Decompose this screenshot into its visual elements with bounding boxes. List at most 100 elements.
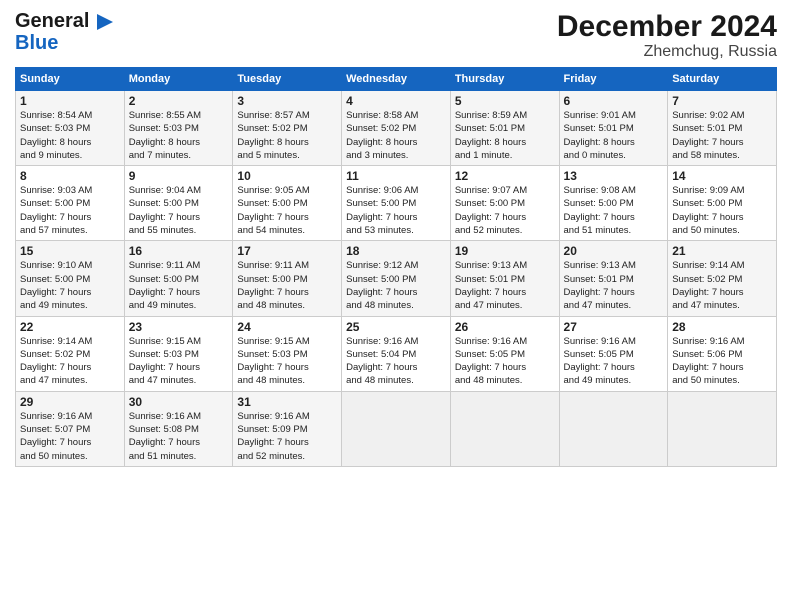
- day-info: Sunrise: 9:14 AMSunset: 5:02 PMDaylight:…: [672, 259, 772, 312]
- day-number: 20: [564, 244, 664, 258]
- day-info: Sunrise: 9:12 AMSunset: 5:00 PMDaylight:…: [346, 259, 446, 312]
- calendar-cell: [342, 391, 451, 466]
- day-info: Sunrise: 9:03 AMSunset: 5:00 PMDaylight:…: [20, 184, 120, 237]
- day-number: 19: [455, 244, 555, 258]
- calendar-cell: 12Sunrise: 9:07 AMSunset: 5:00 PMDayligh…: [450, 166, 559, 241]
- calendar-header-row: Sunday Monday Tuesday Wednesday Thursday…: [16, 68, 777, 91]
- calendar-cell: 6Sunrise: 9:01 AMSunset: 5:01 PMDaylight…: [559, 91, 668, 166]
- calendar-cell: 9Sunrise: 9:04 AMSunset: 5:00 PMDaylight…: [124, 166, 233, 241]
- day-info: Sunrise: 9:16 AMSunset: 5:09 PMDaylight:…: [237, 410, 337, 463]
- day-number: 25: [346, 320, 446, 334]
- calendar-cell: 22Sunrise: 9:14 AMSunset: 5:02 PMDayligh…: [16, 316, 125, 391]
- calendar-cell: 5Sunrise: 8:59 AMSunset: 5:01 PMDaylight…: [450, 91, 559, 166]
- calendar-cell: 18Sunrise: 9:12 AMSunset: 5:00 PMDayligh…: [342, 241, 451, 316]
- title-block: December 2024 Zhemchug, Russia: [557, 10, 777, 61]
- day-info: Sunrise: 9:16 AMSunset: 5:05 PMDaylight:…: [455, 335, 555, 388]
- day-number: 17: [237, 244, 337, 258]
- day-number: 27: [564, 320, 664, 334]
- day-number: 15: [20, 244, 120, 258]
- day-info: Sunrise: 9:09 AMSunset: 5:00 PMDaylight:…: [672, 184, 772, 237]
- calendar-subtitle: Zhemchug, Russia: [557, 43, 777, 61]
- calendar-cell: 7Sunrise: 9:02 AMSunset: 5:01 PMDaylight…: [668, 91, 777, 166]
- day-info: Sunrise: 8:59 AMSunset: 5:01 PMDaylight:…: [455, 109, 555, 162]
- day-number: 31: [237, 395, 337, 409]
- calendar-cell: 10Sunrise: 9:05 AMSunset: 5:00 PMDayligh…: [233, 166, 342, 241]
- calendar-week-row: 22Sunrise: 9:14 AMSunset: 5:02 PMDayligh…: [16, 316, 777, 391]
- day-info: Sunrise: 9:11 AMSunset: 5:00 PMDaylight:…: [129, 259, 229, 312]
- col-saturday: Saturday: [668, 68, 777, 91]
- col-tuesday: Tuesday: [233, 68, 342, 91]
- logo-arrow-icon: [97, 14, 113, 30]
- calendar-cell: 14Sunrise: 9:09 AMSunset: 5:00 PMDayligh…: [668, 166, 777, 241]
- calendar-cell: 1Sunrise: 8:54 AMSunset: 5:03 PMDaylight…: [16, 91, 125, 166]
- calendar-cell: 26Sunrise: 9:16 AMSunset: 5:05 PMDayligh…: [450, 316, 559, 391]
- day-info: Sunrise: 9:10 AMSunset: 5:00 PMDaylight:…: [20, 259, 120, 312]
- day-number: 28: [672, 320, 772, 334]
- day-info: Sunrise: 9:07 AMSunset: 5:00 PMDaylight:…: [455, 184, 555, 237]
- day-number: 11: [346, 169, 446, 183]
- calendar-cell: 11Sunrise: 9:06 AMSunset: 5:00 PMDayligh…: [342, 166, 451, 241]
- logo-text: General: [15, 10, 113, 32]
- day-info: Sunrise: 9:16 AMSunset: 5:08 PMDaylight:…: [129, 410, 229, 463]
- day-number: 6: [564, 94, 664, 108]
- calendar-title: December 2024: [557, 10, 777, 43]
- logo: General Blue: [15, 10, 113, 54]
- day-info: Sunrise: 8:54 AMSunset: 5:03 PMDaylight:…: [20, 109, 120, 162]
- day-info: Sunrise: 9:02 AMSunset: 5:01 PMDaylight:…: [672, 109, 772, 162]
- calendar-cell: [559, 391, 668, 466]
- logo-line2: Blue: [15, 32, 58, 54]
- day-number: 1: [20, 94, 120, 108]
- day-info: Sunrise: 9:01 AMSunset: 5:01 PMDaylight:…: [564, 109, 664, 162]
- day-info: Sunrise: 9:13 AMSunset: 5:01 PMDaylight:…: [564, 259, 664, 312]
- calendar-cell: 24Sunrise: 9:15 AMSunset: 5:03 PMDayligh…: [233, 316, 342, 391]
- col-wednesday: Wednesday: [342, 68, 451, 91]
- day-number: 9: [129, 169, 229, 183]
- day-number: 16: [129, 244, 229, 258]
- col-friday: Friday: [559, 68, 668, 91]
- day-info: Sunrise: 9:06 AMSunset: 5:00 PMDaylight:…: [346, 184, 446, 237]
- calendar-table: Sunday Monday Tuesday Wednesday Thursday…: [15, 67, 777, 467]
- day-number: 2: [129, 94, 229, 108]
- calendar-week-row: 29Sunrise: 9:16 AMSunset: 5:07 PMDayligh…: [16, 391, 777, 466]
- calendar-cell: 17Sunrise: 9:11 AMSunset: 5:00 PMDayligh…: [233, 241, 342, 316]
- calendar-cell: [668, 391, 777, 466]
- calendar-cell: 25Sunrise: 9:16 AMSunset: 5:04 PMDayligh…: [342, 316, 451, 391]
- calendar-cell: 29Sunrise: 9:16 AMSunset: 5:07 PMDayligh…: [16, 391, 125, 466]
- day-number: 10: [237, 169, 337, 183]
- calendar-cell: 19Sunrise: 9:13 AMSunset: 5:01 PMDayligh…: [450, 241, 559, 316]
- day-number: 13: [564, 169, 664, 183]
- day-number: 18: [346, 244, 446, 258]
- day-info: Sunrise: 9:14 AMSunset: 5:02 PMDaylight:…: [20, 335, 120, 388]
- calendar-cell: 8Sunrise: 9:03 AMSunset: 5:00 PMDaylight…: [16, 166, 125, 241]
- day-number: 5: [455, 94, 555, 108]
- calendar-cell: 27Sunrise: 9:16 AMSunset: 5:05 PMDayligh…: [559, 316, 668, 391]
- col-sunday: Sunday: [16, 68, 125, 91]
- day-info: Sunrise: 8:58 AMSunset: 5:02 PMDaylight:…: [346, 109, 446, 162]
- day-number: 7: [672, 94, 772, 108]
- day-number: 26: [455, 320, 555, 334]
- col-monday: Monday: [124, 68, 233, 91]
- calendar-week-row: 15Sunrise: 9:10 AMSunset: 5:00 PMDayligh…: [16, 241, 777, 316]
- calendar-cell: 21Sunrise: 9:14 AMSunset: 5:02 PMDayligh…: [668, 241, 777, 316]
- day-number: 8: [20, 169, 120, 183]
- day-number: 3: [237, 94, 337, 108]
- header: General Blue December 2024 Zhemchug, Rus…: [15, 10, 777, 61]
- day-info: Sunrise: 9:16 AMSunset: 5:06 PMDaylight:…: [672, 335, 772, 388]
- day-info: Sunrise: 9:08 AMSunset: 5:00 PMDaylight:…: [564, 184, 664, 237]
- calendar-cell: 30Sunrise: 9:16 AMSunset: 5:08 PMDayligh…: [124, 391, 233, 466]
- day-number: 14: [672, 169, 772, 183]
- day-number: 12: [455, 169, 555, 183]
- calendar-cell: 20Sunrise: 9:13 AMSunset: 5:01 PMDayligh…: [559, 241, 668, 316]
- calendar-cell: 31Sunrise: 9:16 AMSunset: 5:09 PMDayligh…: [233, 391, 342, 466]
- day-info: Sunrise: 9:15 AMSunset: 5:03 PMDaylight:…: [237, 335, 337, 388]
- calendar-cell: [450, 391, 559, 466]
- day-info: Sunrise: 8:55 AMSunset: 5:03 PMDaylight:…: [129, 109, 229, 162]
- calendar-cell: 2Sunrise: 8:55 AMSunset: 5:03 PMDaylight…: [124, 91, 233, 166]
- calendar-cell: 13Sunrise: 9:08 AMSunset: 5:00 PMDayligh…: [559, 166, 668, 241]
- calendar-cell: 4Sunrise: 8:58 AMSunset: 5:02 PMDaylight…: [342, 91, 451, 166]
- day-number: 29: [20, 395, 120, 409]
- day-info: Sunrise: 9:13 AMSunset: 5:01 PMDaylight:…: [455, 259, 555, 312]
- day-info: Sunrise: 9:15 AMSunset: 5:03 PMDaylight:…: [129, 335, 229, 388]
- day-number: 4: [346, 94, 446, 108]
- day-info: Sunrise: 9:05 AMSunset: 5:00 PMDaylight:…: [237, 184, 337, 237]
